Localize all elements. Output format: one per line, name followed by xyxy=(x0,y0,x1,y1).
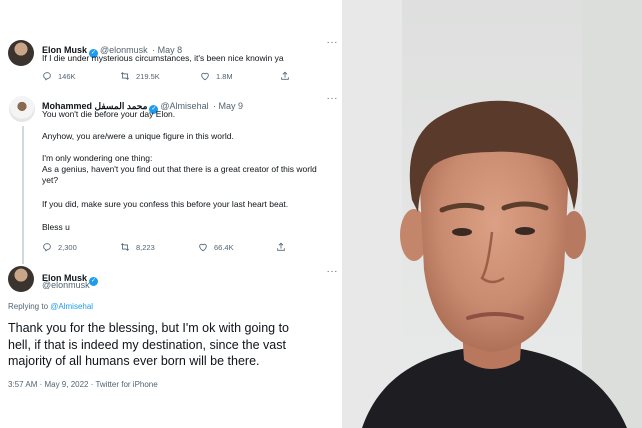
retweet-icon xyxy=(120,243,130,251)
reply-icon xyxy=(43,243,51,252)
tweet-line: hell, if that is indeed my destination, … xyxy=(8,337,286,352)
tweet-date[interactable]: · May 9 xyxy=(213,101,243,111)
share-icon xyxy=(281,71,289,80)
retweet-count: 8,223 xyxy=(136,242,155,252)
like-button[interactable]: 66.4K xyxy=(198,242,276,252)
retweet-button[interactable]: 219.5K xyxy=(120,71,200,81)
avatar-elonmusk[interactable] xyxy=(8,40,34,66)
portrait-photo xyxy=(342,0,642,428)
verified-badge-icon: ✓ xyxy=(89,277,99,286)
avatar-almisehal[interactable] xyxy=(9,96,35,122)
tweet-line: yet? xyxy=(42,175,59,185)
tweet-text: Thank you for the blessing, but I'm ok w… xyxy=(8,320,289,370)
tweet-line: As a genius, haven't you find out that t… xyxy=(42,164,317,174)
reply-button[interactable]: 2,300 xyxy=(42,242,120,252)
reply-icon xyxy=(43,72,51,81)
thread-connector-line xyxy=(22,126,24,264)
tweet-thread-panel: Elon Musk ✓ @elonmusk · May 8 ··· If I die… xyxy=(0,0,342,428)
tweet-text: If I die under mysterious circumstances,… xyxy=(42,53,284,63)
retweet-icon xyxy=(120,72,130,80)
like-button[interactable]: 1.8M xyxy=(200,71,280,81)
retweet-button[interactable]: 8,223 xyxy=(120,242,198,252)
man-portrait-image xyxy=(342,0,642,428)
heart-icon xyxy=(199,243,207,252)
replying-to: Replying to @Almisehal xyxy=(8,302,93,311)
more-options-icon[interactable]: ··· xyxy=(327,93,339,104)
more-options-icon[interactable]: ··· xyxy=(327,37,339,48)
heart-icon xyxy=(201,72,209,81)
replying-to-prefix: Replying to xyxy=(8,302,49,311)
tweet-line: Thank you for the blessing, but I'm ok w… xyxy=(8,321,290,335)
share-button[interactable] xyxy=(276,242,286,252)
author-handle[interactable]: @elonmusk xyxy=(42,280,90,290)
tweet-line: I'm only wondering one thing: xyxy=(42,153,153,163)
reply-count: 146K xyxy=(58,71,76,81)
tweet-line: Anyhow, you are/were a unique figure in … xyxy=(42,131,234,141)
like-count: 66.4K xyxy=(214,242,234,252)
reply-count: 2,300 xyxy=(58,242,77,252)
tweet-line: Bless u xyxy=(42,222,70,232)
like-count: 1.8M xyxy=(216,71,233,81)
tweet-line: If you did, make sure you confess this b… xyxy=(42,199,289,209)
share-button[interactable] xyxy=(280,71,290,81)
tweet-line: majority of all humans ever born will be… xyxy=(8,354,260,368)
tweet-line: You won't die before your day Elon. xyxy=(42,109,176,119)
share-icon xyxy=(277,242,285,251)
retweet-count: 219.5K xyxy=(136,71,160,81)
tweet-timestamp[interactable]: 3:57 AM · May 9, 2022 · Twitter for iPho… xyxy=(8,380,158,389)
more-options-icon[interactable]: ··· xyxy=(327,266,339,277)
replying-to-link[interactable]: @Almisehal xyxy=(50,302,93,311)
reply-button[interactable]: 146K xyxy=(42,71,120,81)
avatar-elonmusk[interactable] xyxy=(8,266,34,292)
